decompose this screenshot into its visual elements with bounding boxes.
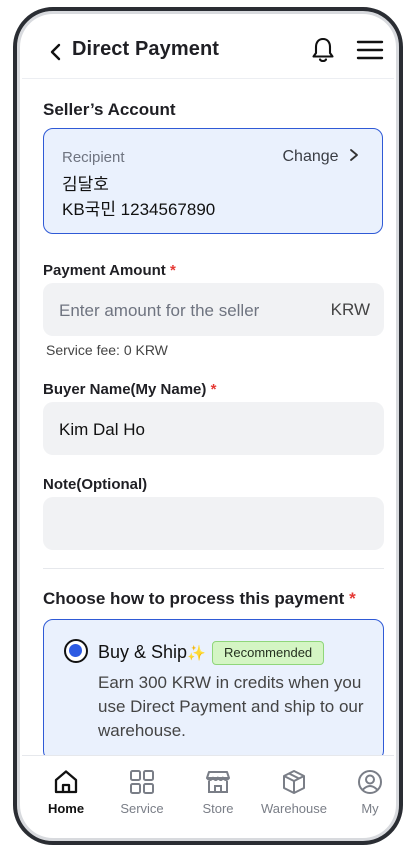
hamburger-menu-icon[interactable]	[356, 38, 384, 62]
radio-selected[interactable]	[64, 639, 88, 663]
change-recipient-button[interactable]: Change	[283, 148, 361, 166]
page-title: Direct Payment	[72, 38, 220, 60]
payment-amount-input[interactable]	[57, 283, 321, 338]
sparkle-icon: ✨	[187, 645, 206, 662]
process-section-title: Choose how to process this payment *	[43, 589, 356, 609]
grid-icon	[130, 770, 154, 794]
nav-warehouse[interactable]: Warehouse	[256, 756, 332, 836]
payment-amount-field: KRW	[43, 283, 384, 338]
required-mark: *	[349, 589, 356, 608]
required-mark: *	[169, 262, 176, 279]
chevron-right-icon	[350, 149, 358, 161]
bell-icon[interactable]	[310, 36, 336, 64]
currency-suffix: KRW	[330, 300, 370, 319]
nav-label: Service	[120, 801, 164, 816]
recipient-account: KB국민 1234567890	[62, 200, 216, 219]
nav-store[interactable]: Store	[180, 756, 256, 836]
buyer-name-label: Buyer Name(My Name) *	[43, 381, 216, 398]
note-field	[43, 497, 384, 552]
form-content: Seller’s Account Recipient Change 김달호 KB…	[22, 79, 394, 756]
note-label: Note(Optional)	[43, 476, 148, 493]
payment-amount-label: Payment Amount *	[43, 262, 176, 279]
recommended-badge: Recommended	[212, 641, 325, 665]
nav-home[interactable]: Home	[28, 756, 104, 836]
process-title-text: Choose how to process this payment	[43, 589, 345, 608]
buy-and-ship-option[interactable]: Buy & Ship✨ Recommended Earn 300 KRW in …	[43, 619, 384, 756]
recipient-label: Recipient	[62, 149, 125, 166]
user-icon	[358, 770, 382, 794]
nav-label: My	[361, 801, 379, 816]
option-title-text: Buy & Ship	[98, 642, 188, 662]
back-arrow-icon[interactable]	[48, 42, 64, 62]
box-icon	[283, 770, 305, 794]
nav-service[interactable]: Service	[104, 756, 180, 836]
nav-label: Warehouse	[261, 801, 327, 816]
buyer-name-label-text: Buyer Name(My Name)	[43, 381, 207, 398]
change-label: Change	[282, 148, 339, 165]
option-title: Buy & Ship✨	[98, 642, 206, 663]
store-icon	[206, 771, 230, 793]
option-description: Earn 300 KRW in credits when you use Dir…	[98, 673, 364, 740]
section-divider	[43, 568, 384, 569]
nav-my[interactable]: My	[332, 756, 394, 836]
recipient-name: 김달호	[62, 175, 109, 194]
buyer-name-field	[43, 402, 384, 457]
screen: Direct Payment Seller’s Account Recipien…	[22, 16, 394, 836]
required-mark: *	[210, 381, 217, 398]
buyer-name-input[interactable]	[57, 402, 321, 457]
service-fee-text: Service fee: 0 KRW	[46, 342, 168, 358]
app-header: Direct Payment	[22, 16, 394, 79]
phone-frame: Direct Payment Seller’s Account Recipien…	[13, 7, 403, 845]
seller-account-title: Seller’s Account	[43, 100, 176, 119]
nav-label: Home	[47, 801, 85, 816]
recipient-card: Recipient Change 김달호 KB국민 1234567890	[43, 128, 383, 234]
payment-amount-label-text: Payment Amount	[43, 262, 166, 279]
note-input[interactable]	[57, 497, 321, 552]
home-icon	[54, 770, 78, 794]
nav-label: Store	[202, 801, 234, 816]
bottom-navigation: Home Service Store Warehouse My	[22, 755, 394, 836]
